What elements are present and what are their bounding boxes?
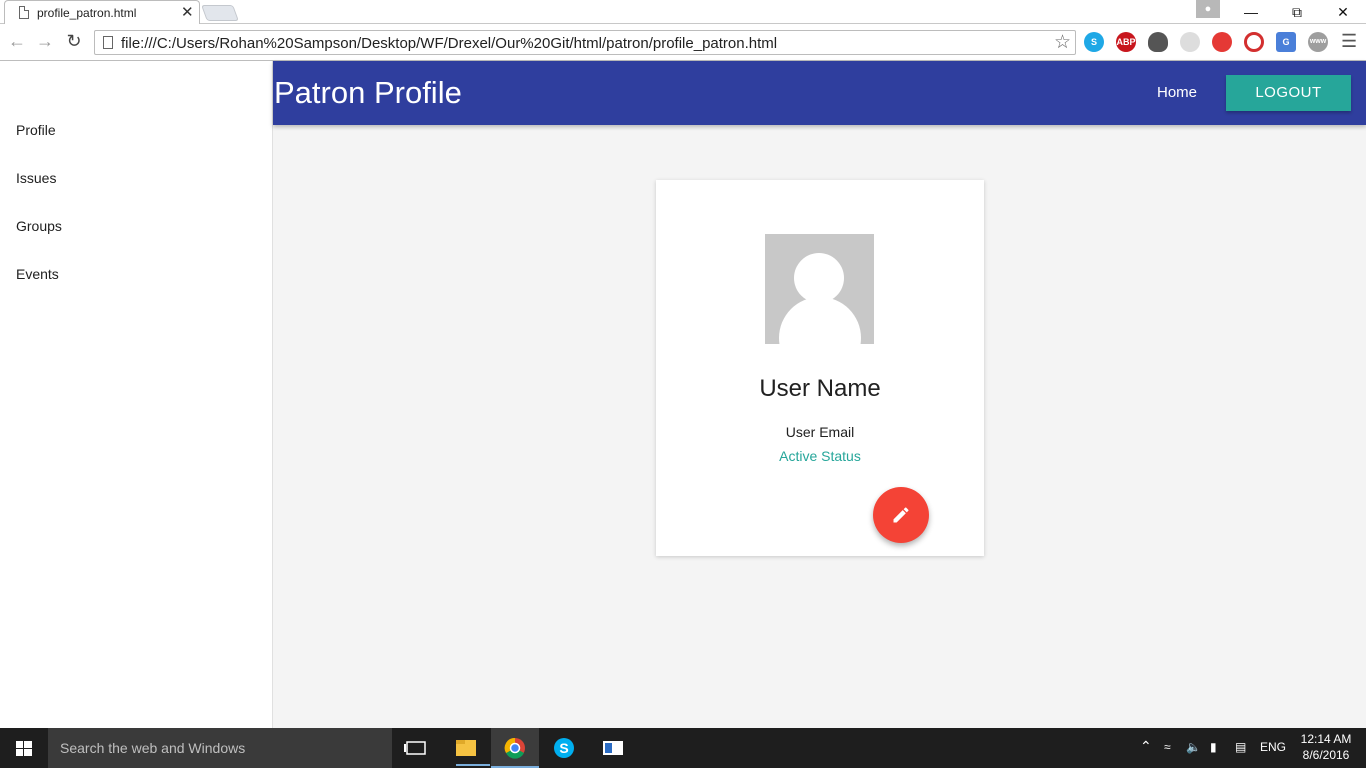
user-email: User Email <box>785 424 855 440</box>
reload-icon[interactable]: ↻ <box>63 30 85 52</box>
skype-taskbar-icon[interactable]: S <box>540 728 588 768</box>
forward-arrow-icon[interactable]: → <box>34 30 56 52</box>
edit-profile-button[interactable] <box>873 487 929 543</box>
browser-tab[interactable]: profile_patron.html ✕ <box>4 0 200 25</box>
lightbulb-extension-icon[interactable] <box>1148 32 1168 52</box>
app-taskbar-icon[interactable] <box>589 728 637 768</box>
svg-text:S: S <box>559 740 568 756</box>
restore-icon[interactable]: ⧉ <box>1274 0 1320 24</box>
file-explorer-icon[interactable] <box>442 728 500 768</box>
task-view-icon[interactable] <box>392 728 440 768</box>
sidebar-item-groups[interactable]: Groups <box>16 218 62 234</box>
home-link[interactable]: Home <box>1157 84 1197 101</box>
window-controls: — ⧉ ✕ <box>1228 0 1366 24</box>
active-status: Active Status <box>779 448 861 464</box>
skype-extension-icon[interactable]: S <box>1084 32 1104 52</box>
user-profile-icon[interactable]: ● <box>1196 0 1220 18</box>
user-name: User Name <box>759 375 881 402</box>
windows-logo-icon <box>16 741 32 756</box>
app-header: Patron Profile Home LOGOUT <box>273 61 1366 125</box>
avatar-placeholder-icon <box>765 234 874 344</box>
sidebar-item-profile[interactable]: Profile <box>16 122 56 138</box>
page-content: Profile Issues Groups Events Patron Prof… <box>0 61 1366 728</box>
taskbar-search-box[interactable]: Search the web and Windows <box>48 728 392 768</box>
network-icon[interactable]: ≈ <box>1164 740 1171 754</box>
back-arrow-icon[interactable]: ← <box>6 30 28 52</box>
side-nav: Profile Issues Groups Events <box>0 61 273 728</box>
page-icon <box>103 36 113 49</box>
page-title: Patron Profile <box>274 75 462 110</box>
document-icon <box>19 6 29 19</box>
minimize-icon[interactable]: — <box>1228 0 1274 24</box>
browser-toolbar: ← → ↻ file:///C:/Users/Rohan%20Sampson/D… <box>0 24 1366 61</box>
clock-time: 12:14 AM <box>1300 732 1352 746</box>
www-extension-icon[interactable]: www <box>1308 32 1328 52</box>
blocked-extension-icon[interactable] <box>1212 32 1232 52</box>
search-placeholder: Search the web and Windows <box>60 740 246 756</box>
translate-extension-icon[interactable]: G <box>1276 32 1296 52</box>
url-text[interactable]: file:///C:/Users/Rohan%20Sampson/Desktop… <box>121 35 777 52</box>
refresh-extension-icon[interactable] <box>1180 32 1200 52</box>
new-tab-button[interactable] <box>201 5 239 21</box>
clock-date: 8/6/2016 <box>1302 748 1350 762</box>
tab-close-icon[interactable]: ✕ <box>181 3 194 21</box>
start-button[interactable] <box>0 728 48 768</box>
profile-card: User Name User Email Active Status <box>656 180 984 556</box>
window-close-icon[interactable]: ✕ <box>1320 0 1366 24</box>
action-center-icon[interactable]: ▤ <box>1235 740 1246 754</box>
volume-icon[interactable]: 🔈 <box>1186 740 1201 754</box>
browser-tab-strip: profile_patron.html ✕ ● — ⧉ ✕ <box>0 0 1366 25</box>
show-hidden-icons[interactable]: ⌃ <box>1140 738 1152 755</box>
sidebar-item-events[interactable]: Events <box>16 266 59 282</box>
adblock-plus-icon[interactable]: ABP <box>1116 32 1136 52</box>
tab-title: profile_patron.html <box>37 6 137 20</box>
record-extension-icon[interactable] <box>1244 32 1264 52</box>
language-indicator[interactable]: ENG <box>1260 740 1286 754</box>
sidebar-item-issues[interactable]: Issues <box>16 170 56 186</box>
chrome-taskbar-icon[interactable] <box>491 728 539 768</box>
chrome-menu-icon[interactable]: ☰ <box>1341 31 1357 52</box>
logout-button[interactable]: LOGOUT <box>1226 75 1351 111</box>
bookmark-star-icon[interactable]: ☆ <box>1054 31 1071 54</box>
battery-icon[interactable]: ▮ <box>1210 740 1217 754</box>
windows-taskbar: Search the web and Windows S ⌃ ≈ 🔈 ▮ ▤ E… <box>0 728 1366 768</box>
address-bar[interactable]: file:///C:/Users/Rohan%20Sampson/Desktop… <box>94 30 1076 55</box>
pencil-icon <box>893 507 909 523</box>
taskbar-clock[interactable]: 12:14 AM 8/6/2016 <box>1296 731 1356 763</box>
